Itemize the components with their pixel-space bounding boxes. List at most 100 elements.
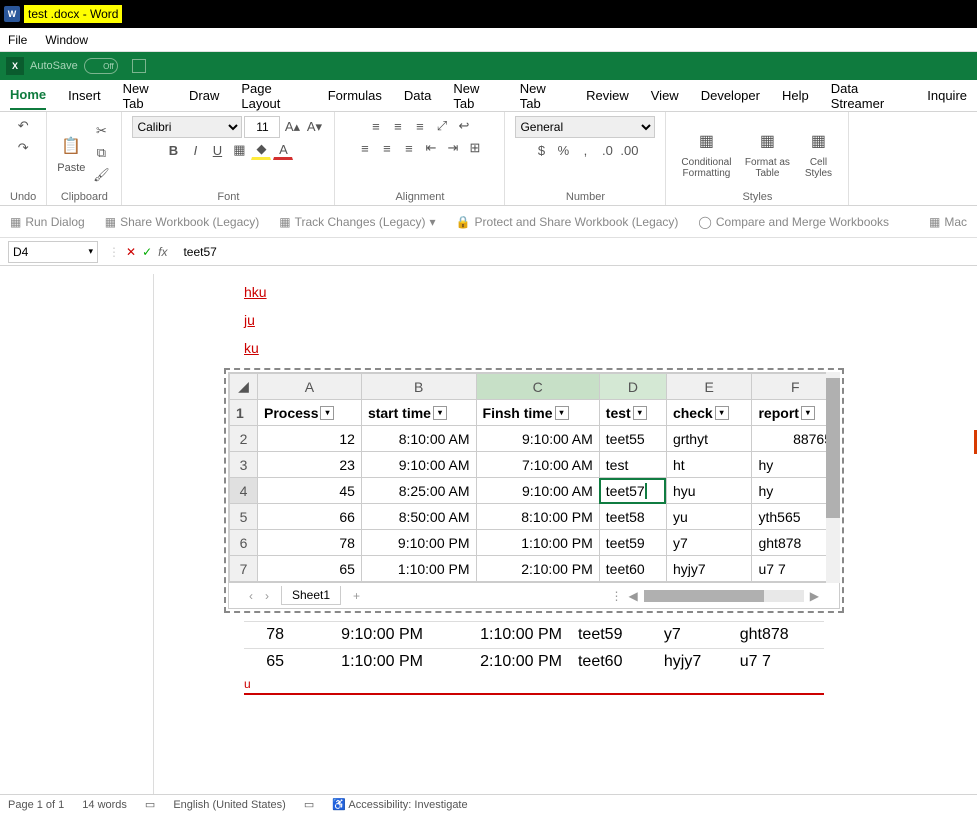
number-format-select[interactable]: General [515,116,655,138]
name-box[interactable]: D4▾ [8,241,98,263]
tab-draw[interactable]: Draw [189,82,219,109]
tab-new1[interactable]: New Tab [123,75,167,117]
align-center-icon[interactable]: ≡ [377,138,397,158]
undo-icon[interactable]: ↶ [13,116,33,136]
tab-developer[interactable]: Developer [701,82,760,109]
save-icon[interactable] [132,59,146,73]
cancel-icon[interactable]: ✕ [126,245,136,259]
enter-icon[interactable]: ✓ [142,245,152,259]
comma-icon[interactable]: , [575,140,595,160]
word-count[interactable]: 14 words [82,799,127,811]
tab-datastreamer[interactable]: Data Streamer [831,75,906,117]
align-right-icon[interactable]: ≡ [399,138,419,158]
spell-icon[interactable]: ▭ [145,798,155,811]
filter-icon[interactable]: ▾ [801,406,815,420]
select-all[interactable]: ◢ [230,374,258,400]
link-ku[interactable]: ku [244,340,937,356]
tab-formulas[interactable]: Formulas [328,82,382,109]
sheet-grid[interactable]: ◢ A B C D E F 1 Process▾ start time▾ Fin… [228,372,840,609]
link-ju[interactable]: ju [244,312,937,328]
align-bot-icon[interactable]: ≡ [410,116,430,136]
sheet-tab[interactable]: Sheet1 [281,586,341,605]
hscroll-track[interactable] [644,590,804,602]
dec-dec-icon[interactable]: .00 [619,140,639,160]
font-size-input[interactable] [244,116,280,138]
orientation-icon[interactable]: ⤢ [432,116,452,136]
col-b[interactable]: B [361,374,476,400]
col-c[interactable]: C [476,374,599,400]
fill-color-button[interactable]: ◆ [251,140,271,160]
tab-inquire[interactable]: Inquire [927,82,967,109]
fx-icon[interactable]: fx [158,245,167,259]
wrap-icon[interactable]: ↩ [454,116,474,136]
compare-merge-button[interactable]: ◯ Compare and Merge Workbooks [698,215,889,229]
tab-new3[interactable]: New Tab [520,75,564,117]
filter-icon[interactable]: ▾ [555,406,569,420]
col-e[interactable]: E [666,374,752,400]
tab-review[interactable]: Review [586,82,629,109]
page-count[interactable]: Page 1 of 1 [8,799,64,811]
underline-button[interactable]: U [207,140,227,160]
link-hku[interactable]: hku [244,284,937,300]
border-button[interactable]: ▦ [229,140,249,160]
tab-prev-icon[interactable]: ‹ [249,589,253,603]
embedded-excel[interactable]: ◢ A B C D E F 1 Process▾ start time▾ Fin… [224,368,844,613]
font-color-button[interactable]: A [273,140,293,160]
tab-data[interactable]: Data [404,82,431,109]
vscroll-thumb[interactable] [826,378,840,518]
scroll-right-icon[interactable]: ▶ [810,589,819,603]
tab-new2[interactable]: New Tab [453,75,497,117]
tab-next-icon[interactable]: › [265,589,269,603]
filter-icon[interactable]: ▾ [633,406,647,420]
mac-button[interactable]: ▦ Mac [929,215,967,229]
autosave-toggle[interactable]: Off [84,58,118,74]
hscroll-thumb[interactable] [644,590,764,602]
merge-icon[interactable]: ⊞ [465,138,485,158]
grow-font-icon[interactable]: A▴ [282,117,302,137]
track-changes-button[interactable]: ▦ Track Changes (Legacy) ▾ [279,215,435,229]
menu-file[interactable]: File [8,33,27,47]
currency-icon[interactable]: $ [531,140,551,160]
indent-inc-icon[interactable]: ⇥ [443,138,463,158]
add-sheet-icon[interactable]: + [353,589,360,603]
filter-icon[interactable]: ▾ [433,406,447,420]
tab-pagelayout[interactable]: Page Layout [241,75,305,117]
accessibility[interactable]: ♿ Accessibility: Investigate [332,798,467,811]
filter-icon[interactable]: ▾ [715,406,729,420]
shrink-font-icon[interactable]: A▾ [304,117,324,137]
col-a[interactable]: A [258,374,362,400]
run-dialog-button[interactable]: ▦ Run Dialog [10,215,85,229]
vscroll[interactable] [826,372,840,583]
tab-help[interactable]: Help [782,82,809,109]
italic-button[interactable]: I [185,140,205,160]
cell-styles-button[interactable]: ▦Cell Styles [798,127,838,179]
row-1[interactable]: 1 [230,400,258,426]
bold-button[interactable]: B [163,140,183,160]
align-left-icon[interactable]: ≡ [355,138,375,158]
language[interactable]: English (United States) [173,799,286,811]
format-table-button[interactable]: ▦Format as Table [742,127,792,179]
filter-icon[interactable]: ▾ [320,406,334,420]
redo-icon[interactable]: ↷ [13,138,33,158]
tab-view[interactable]: View [651,82,679,109]
cond-format-button[interactable]: ▦Conditional Formatting [676,127,736,179]
formula-input[interactable]: teet57 [177,245,969,259]
align-top-icon[interactable]: ≡ [366,116,386,136]
display-icon[interactable]: ▭ [304,798,314,811]
paste-button[interactable]: 📋 Paste [57,132,85,174]
copy-icon[interactable]: ⧉ [91,143,111,163]
indent-dec-icon[interactable]: ⇤ [421,138,441,158]
active-cell[interactable]: teet57 [599,478,666,504]
percent-icon[interactable]: % [553,140,573,160]
inc-dec-icon[interactable]: .0 [597,140,617,160]
format-painter-icon[interactable]: 🖌 [91,165,111,185]
tab-home[interactable]: Home [10,81,46,110]
font-name-select[interactable]: Calibri [132,116,242,138]
cut-icon[interactable]: ✂ [91,121,111,141]
menu-window[interactable]: Window [45,33,88,47]
protect-share-button[interactable]: 🔒 Protect and Share Workbook (Legacy) [456,215,679,229]
share-workbook-button[interactable]: ▦ Share Workbook (Legacy) [105,215,260,229]
align-mid-icon[interactable]: ≡ [388,116,408,136]
scroll-left-icon[interactable]: ◀ [629,589,638,603]
col-d[interactable]: D [599,374,666,400]
